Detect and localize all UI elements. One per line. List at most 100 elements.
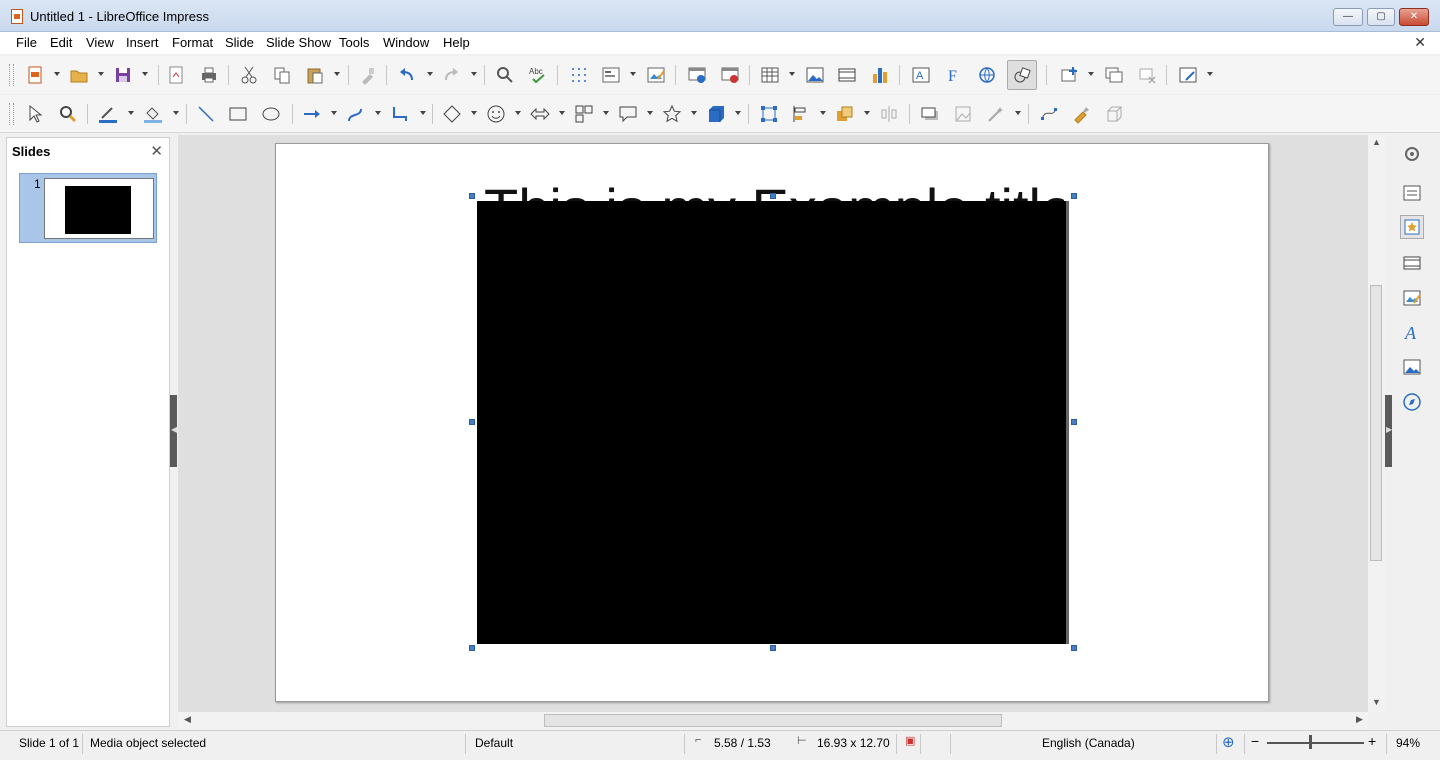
zoom-in-button[interactable]: +: [1368, 733, 1376, 749]
scroll-left-arrow[interactable]: ◀: [184, 714, 191, 725]
transformations-icon[interactable]: [758, 103, 780, 125]
paste-dropdown-arrow[interactable]: [334, 72, 340, 76]
stars-icon[interactable]: [661, 103, 683, 125]
points-icon[interactable]: [1038, 103, 1060, 125]
zoom-pan-icon[interactable]: [57, 103, 79, 125]
menu-tools[interactable]: Tools: [339, 35, 369, 50]
arrange-dropdown-arrow[interactable]: [864, 111, 870, 115]
menu-format[interactable]: Format: [172, 35, 213, 50]
redo-dropdown-arrow[interactable]: [471, 72, 477, 76]
horizontal-scroll-thumb[interactable]: [544, 714, 1002, 727]
insert-line-icon[interactable]: [195, 103, 217, 125]
resize-handle-right[interactable]: [1071, 419, 1077, 425]
menu-file[interactable]: File: [16, 35, 37, 50]
open-folder-icon[interactable]: [68, 64, 90, 86]
select-pointer-icon[interactable]: [24, 103, 46, 125]
3d-objects-dropdown-arrow[interactable]: [735, 111, 741, 115]
insert-table-icon[interactable]: [759, 64, 781, 86]
master-slide-icon[interactable]: [645, 64, 667, 86]
scroll-up-arrow[interactable]: ▲: [1372, 137, 1381, 147]
start-from-first-slide-icon[interactable]: [686, 64, 708, 86]
connectors-dropdown-arrow[interactable]: [420, 111, 426, 115]
horizontal-scrollbar[interactable]: ◀ ▶: [178, 712, 1368, 729]
zoom-slider-thumb[interactable]: [1309, 735, 1312, 749]
insert-media-icon[interactable]: [836, 64, 858, 86]
vertical-scroll-thumb[interactable]: [1370, 285, 1382, 561]
basic-shapes-icon[interactable]: [441, 103, 463, 125]
stars-dropdown-arrow[interactable]: [691, 111, 697, 115]
lines-arrows-icon[interactable]: [301, 103, 323, 125]
arrange-icon[interactable]: [834, 103, 856, 125]
media-object[interactable]: [477, 201, 1069, 644]
basic-shapes-dropdown-arrow[interactable]: [471, 111, 477, 115]
slide-thumbnail-item[interactable]: 1: [19, 173, 157, 243]
display-grid-icon[interactable]: [568, 64, 590, 86]
display-views-dropdown-arrow[interactable]: [630, 72, 636, 76]
save-icon[interactable]: [112, 64, 134, 86]
duplicate-slide-icon[interactable]: [1103, 64, 1125, 86]
insert-chart-icon[interactable]: [869, 64, 891, 86]
redo-icon[interactable]: [440, 64, 462, 86]
menu-slide-show[interactable]: Slide Show: [266, 35, 331, 50]
lines-arrows-dropdown-arrow[interactable]: [331, 111, 337, 115]
undo-dropdown-arrow[interactable]: [427, 72, 433, 76]
resize-handle-bottom-left[interactable]: [469, 645, 475, 651]
left-pane-collapse-handle[interactable]: ◀: [170, 395, 177, 467]
align-dropdown-arrow[interactable]: [820, 111, 826, 115]
rectangle-icon[interactable]: [227, 103, 249, 125]
flowchart-dropdown-arrow[interactable]: [603, 111, 609, 115]
close-window-button[interactable]: ✕: [1399, 8, 1429, 26]
navigator-icon[interactable]: [1400, 390, 1424, 414]
language-status[interactable]: English (Canada): [1042, 736, 1135, 750]
resize-handle-top-left[interactable]: [469, 193, 475, 199]
resize-handle-top-right[interactable]: [1071, 193, 1077, 199]
flowchart-icon[interactable]: [573, 103, 595, 125]
connectors-icon[interactable]: [389, 103, 411, 125]
zoom-slider-track[interactable]: [1267, 742, 1364, 744]
menu-help[interactable]: Help: [443, 35, 470, 50]
resize-handle-bottom[interactable]: [770, 645, 776, 651]
paste-icon[interactable]: [304, 64, 326, 86]
master-slides-icon[interactable]: [1400, 286, 1424, 310]
distribute-icon[interactable]: [878, 103, 900, 125]
sidebar-collapse-handle[interactable]: ▶: [1385, 395, 1392, 467]
resize-handle-left[interactable]: [469, 419, 475, 425]
crop-image-icon[interactable]: [952, 103, 974, 125]
3d-objects-icon[interactable]: [705, 103, 727, 125]
undo-icon[interactable]: [396, 64, 418, 86]
block-arrows-icon[interactable]: [529, 103, 551, 125]
spelling-icon[interactable]: Abc: [527, 64, 549, 86]
zoom-level[interactable]: 94%: [1396, 736, 1420, 750]
display-views-icon[interactable]: [600, 64, 622, 86]
find-replace-icon[interactable]: [494, 64, 516, 86]
print-icon[interactable]: [198, 64, 220, 86]
new-slide-dropdown-arrow[interactable]: [1088, 72, 1094, 76]
fit-slide-icon[interactable]: ⊕: [1222, 733, 1235, 751]
close-document-button[interactable]: ✕: [1414, 34, 1426, 51]
insert-hyperlink-icon[interactable]: [976, 64, 998, 86]
menu-slide[interactable]: Slide: [225, 35, 254, 50]
line-color-icon[interactable]: [97, 103, 119, 125]
menu-view[interactable]: View: [86, 35, 114, 50]
insert-image-icon[interactable]: [804, 64, 826, 86]
new-slide-icon[interactable]: [1058, 64, 1080, 86]
vertical-scrollbar[interactable]: ▲ ▼: [1368, 135, 1385, 713]
toolbar-grip[interactable]: [9, 103, 14, 125]
fill-color-icon[interactable]: [142, 103, 164, 125]
styles-icon[interactable]: A: [1400, 320, 1424, 344]
slide-layout-dropdown-arrow[interactable]: [1207, 72, 1213, 76]
show-draw-functions-icon[interactable]: [1007, 60, 1037, 90]
master-slide-status[interactable]: Default: [475, 736, 513, 750]
insert-fontwork-icon[interactable]: F: [943, 64, 965, 86]
toolbar-grip[interactable]: [9, 64, 14, 86]
scroll-down-arrow[interactable]: ▼: [1372, 697, 1381, 707]
new-document-icon[interactable]: [24, 64, 46, 86]
save-dropdown-arrow[interactable]: [142, 72, 148, 76]
new-dropdown-arrow[interactable]: [54, 72, 60, 76]
menu-edit[interactable]: Edit: [50, 35, 72, 50]
align-objects-icon[interactable]: [790, 103, 812, 125]
scroll-right-arrow[interactable]: ▶: [1356, 714, 1363, 725]
fill-color-dropdown-arrow[interactable]: [173, 111, 179, 115]
properties-icon[interactable]: [1400, 181, 1424, 205]
copy-icon[interactable]: [271, 64, 293, 86]
